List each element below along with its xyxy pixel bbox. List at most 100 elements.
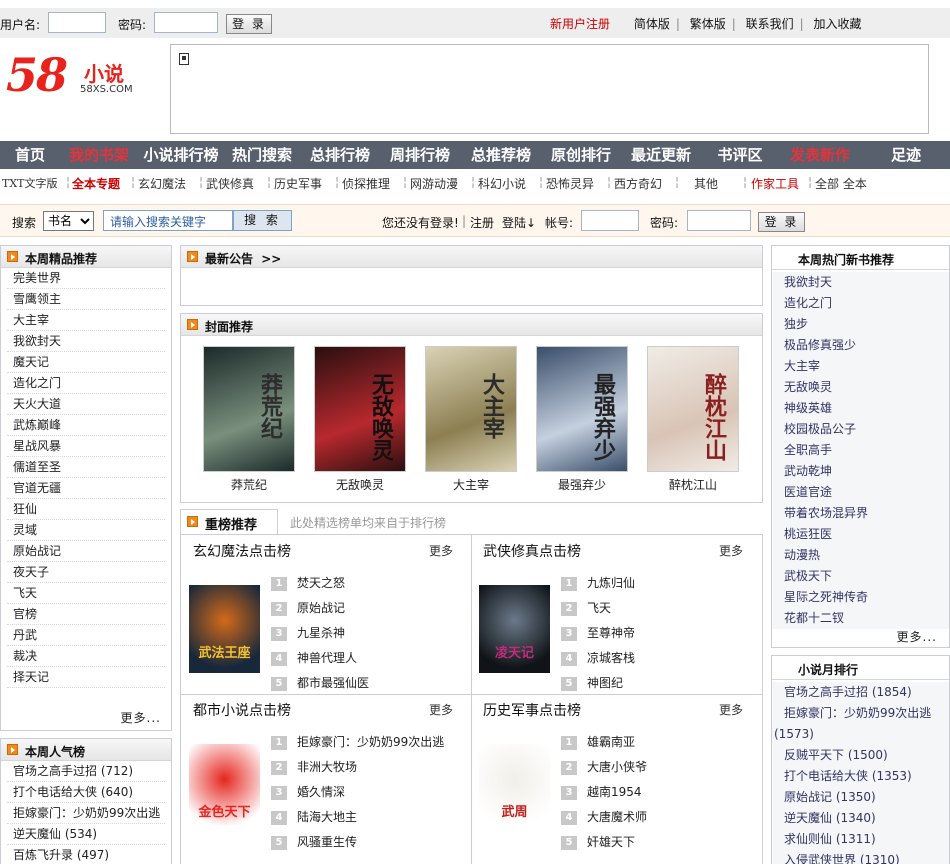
- book-title[interactable]: 大主宰: [425, 476, 517, 493]
- nav-total-rank[interactable]: 总排行榜: [300, 141, 380, 169]
- book-link[interactable]: 完美世界: [7, 268, 165, 289]
- book-link[interactable]: 花都十二钗: [778, 608, 943, 629]
- cat-scifi[interactable]: 科幻小说: [478, 175, 526, 192]
- book-link[interactable]: 我欲封天: [778, 272, 943, 293]
- nav-hot-search[interactable]: 热门搜索: [224, 141, 300, 169]
- book-link[interactable]: 拒嫁豪门：少奶奶99次出逃 (5: [7, 803, 165, 824]
- register-link[interactable]: 新用户注册: [550, 15, 610, 32]
- login-button-2[interactable]: 登 录: [758, 212, 805, 232]
- rank-item[interactable]: 4 神兽代理人: [271, 646, 369, 671]
- book-link[interactable]: 武动乾坤: [778, 461, 943, 482]
- book-link[interactable]: 夜天子: [7, 562, 165, 583]
- rank-item[interactable]: 2 大唐小侠爷: [561, 755, 647, 780]
- book-link[interactable]: 原始战记 (1350): [772, 787, 949, 808]
- cat-complete[interactable]: 全本专题: [72, 175, 120, 192]
- nav-reviews[interactable]: 书评区: [702, 141, 778, 169]
- book-cover-card[interactable]: 无敌唤灵 无敌唤灵: [314, 346, 406, 493]
- book-link[interactable]: 我欲封天: [7, 331, 165, 352]
- book-cover-image[interactable]: 无敌唤灵: [314, 346, 406, 472]
- password-input[interactable]: [154, 12, 218, 33]
- rank-item[interactable]: 4 陆海大地主: [271, 805, 444, 830]
- book-cover-card[interactable]: 最强弃少 最强弃少: [536, 346, 628, 493]
- book-link[interactable]: 造化之门: [778, 293, 943, 314]
- more-link[interactable]: 更多: [429, 701, 453, 718]
- rank-item[interactable]: 3 婚久情深: [271, 780, 444, 805]
- cat-all[interactable]: 全部 全本: [815, 175, 867, 192]
- cat-detective[interactable]: 侦探推理: [342, 175, 390, 192]
- register-link-2[interactable]: 注册: [470, 214, 494, 231]
- book-link[interactable]: 裁决: [7, 646, 165, 667]
- site-logo[interactable]: 58 小说 58XS.COM: [6, 48, 146, 110]
- book-link[interactable]: 丹武: [7, 625, 165, 646]
- cat-wuxia[interactable]: 武侠修真: [206, 175, 254, 192]
- book-cover-image[interactable]: 最强弃少: [536, 346, 628, 472]
- book-link[interactable]: 打个电话给大侠 (1353): [772, 766, 949, 787]
- book-link[interactable]: 星际之死神传奇: [778, 587, 943, 608]
- cat-fantasy[interactable]: 玄幻魔法: [138, 175, 186, 192]
- book-link[interactable]: 武炼巅峰: [7, 415, 165, 436]
- book-link[interactable]: 官道无疆: [7, 478, 165, 499]
- more-link[interactable]: 更多...: [121, 709, 161, 726]
- book-title[interactable]: 最强弃少: [536, 476, 628, 493]
- login-toggle[interactable]: 登陆↓: [502, 214, 536, 231]
- rank-item[interactable]: 1 焚天之怒: [271, 571, 369, 596]
- rank-item[interactable]: 5 风骚重生传: [271, 830, 444, 855]
- more-link[interactable]: 更多...: [897, 628, 937, 645]
- book-cover-image[interactable]: 金色天下: [189, 744, 260, 832]
- nav-footprint[interactable]: 足迹: [862, 141, 950, 169]
- cat-horror[interactable]: 恐怖灵异: [546, 175, 594, 192]
- book-link[interactable]: 大主宰: [7, 310, 165, 331]
- rank-item[interactable]: 3 至尊神帝: [561, 621, 635, 646]
- nav-bookshelf[interactable]: 我的书架: [60, 141, 138, 169]
- book-link[interactable]: 校园极品公子: [778, 419, 943, 440]
- search-button[interactable]: 搜 索: [233, 210, 292, 231]
- book-link[interactable]: 魔天记: [7, 352, 165, 373]
- book-link[interactable]: 灵域: [7, 520, 165, 541]
- nav-publish[interactable]: 发表新作: [778, 141, 862, 169]
- book-link[interactable]: 造化之门: [7, 373, 165, 394]
- book-link[interactable]: 官场之高手过招 (1854): [772, 682, 949, 703]
- nav-week-rank[interactable]: 周排行榜: [380, 141, 460, 169]
- book-cover-image[interactable]: 大主宰: [425, 346, 517, 472]
- book-link[interactable]: 飞天: [7, 583, 165, 604]
- rank-item[interactable]: 4 凉城客栈: [561, 646, 635, 671]
- book-link[interactable]: 狂仙: [7, 499, 165, 520]
- book-cover-image[interactable]: 凌天记: [479, 585, 550, 673]
- simplified-link[interactable]: 简体版: [634, 15, 670, 32]
- book-cover-card[interactable]: 莽荒纪 莽荒纪: [203, 346, 295, 493]
- rank-item[interactable]: 5 奸雄天下: [561, 830, 647, 855]
- book-link[interactable]: 官榜: [7, 604, 165, 625]
- rank-item[interactable]: 1 雄霸南亚: [561, 730, 647, 755]
- book-link[interactable]: (1573): [772, 724, 949, 745]
- nav-novel-rank[interactable]: 小说排行榜: [138, 141, 224, 169]
- book-link[interactable]: 天火大道: [7, 394, 165, 415]
- cat-other[interactable]: 其他: [694, 175, 718, 192]
- book-link[interactable]: 原始战记: [7, 541, 165, 562]
- more-link[interactable]: 更多: [719, 701, 743, 718]
- book-link[interactable]: 择天记: [7, 667, 165, 688]
- book-link[interactable]: 神级英雄: [778, 398, 943, 419]
- cat-game[interactable]: 网游动漫: [410, 175, 458, 192]
- rank-item[interactable]: 2 非洲大牧场: [271, 755, 444, 780]
- search-input[interactable]: 请输入搜索关键字: [103, 210, 233, 231]
- book-link[interactable]: 打个电话给大侠 (640): [7, 782, 165, 803]
- book-link[interactable]: 无敌唤灵: [778, 377, 943, 398]
- cat-history[interactable]: 历史军事: [274, 175, 322, 192]
- book-link[interactable]: 全职高手: [778, 440, 943, 461]
- login-button[interactable]: 登 录: [226, 14, 272, 34]
- bookmark-link[interactable]: 加入收藏: [814, 15, 862, 32]
- account-input[interactable]: [581, 210, 639, 231]
- book-link[interactable]: 逆天魔仙 (534): [7, 824, 165, 845]
- book-cover-card[interactable]: 大主宰 大主宰: [425, 346, 517, 493]
- cat-western[interactable]: 西方奇幻: [614, 175, 662, 192]
- book-link[interactable]: 医道官途: [778, 482, 943, 503]
- username-input[interactable]: [48, 12, 106, 33]
- rank-item[interactable]: 2 原始战记: [271, 596, 369, 621]
- book-link[interactable]: 反贼平天下 (1500): [772, 745, 949, 766]
- book-link[interactable]: 星战风暴: [7, 436, 165, 457]
- book-link[interactable]: 求仙则仙 (1311): [772, 829, 949, 850]
- book-cover-image[interactable]: 莽荒纪: [203, 346, 295, 472]
- book-link[interactable]: 儒道至圣: [7, 457, 165, 478]
- book-link[interactable]: 带着农场混异界: [778, 503, 943, 524]
- nav-original-rank[interactable]: 原创排行: [542, 141, 620, 169]
